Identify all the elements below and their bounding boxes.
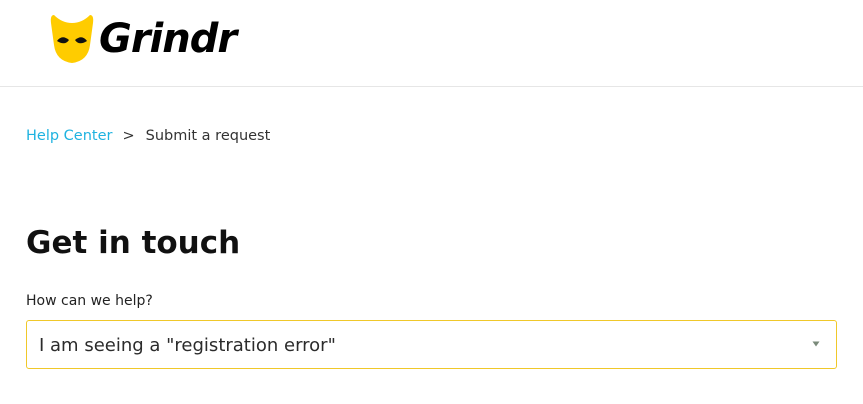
breadcrumb-help-center-link[interactable]: Help Center [26,128,112,144]
breadcrumb-current: Submit a request [145,128,271,144]
breadcrumb: Help Center > Submit a request [26,128,270,144]
caret-down-icon [812,341,820,347]
page-title: Get in touch [26,225,241,261]
help-topic-select[interactable]: I am seeing a "registration error" [26,320,837,369]
site-header: Grindr [0,0,863,87]
help-topic-selected-value: I am seeing a "registration error" [39,335,336,356]
grindr-logo[interactable]: Grindr [50,14,237,64]
grindr-mask-icon [50,15,94,63]
grindr-wordmark: Grindr [99,16,237,62]
help-topic-label: How can we help? [26,293,153,309]
breadcrumb-separator: > [122,128,135,144]
